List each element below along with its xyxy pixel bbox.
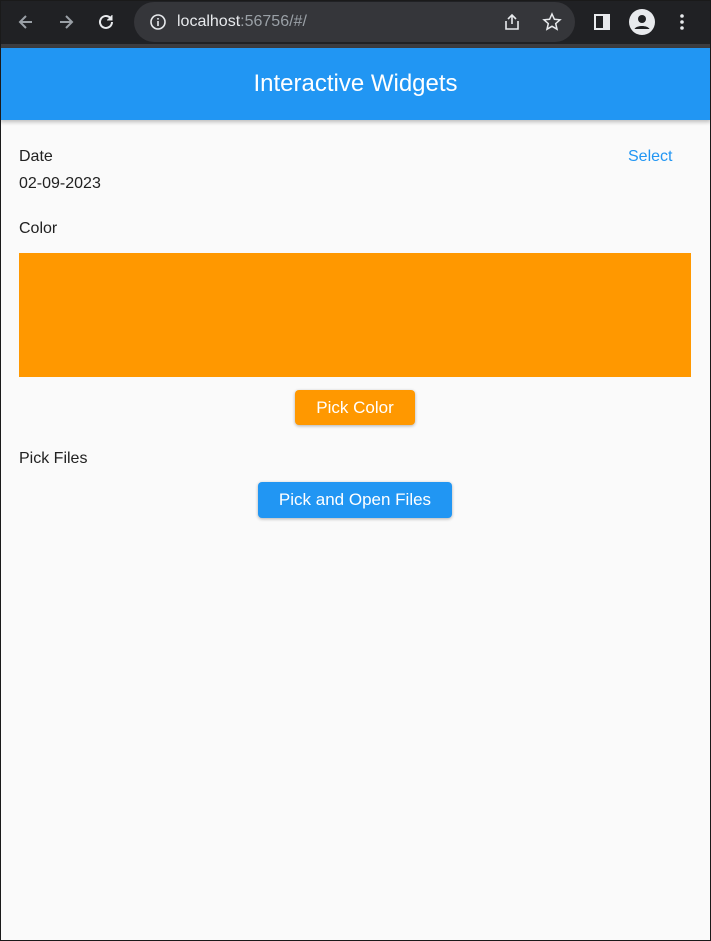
url-text: localhost:56756/#/ bbox=[177, 13, 307, 31]
color-label: Color bbox=[19, 220, 58, 237]
app-title: Interactive Widgets bbox=[253, 70, 458, 97]
url-host: localhost bbox=[177, 13, 241, 30]
share-icon[interactable] bbox=[498, 8, 526, 36]
url-path: :56756/#/ bbox=[240, 13, 307, 30]
profile-icon[interactable] bbox=[628, 8, 656, 36]
forward-icon[interactable] bbox=[50, 6, 82, 38]
pick-color-button[interactable]: Pick Color bbox=[295, 390, 415, 425]
side-panel-icon[interactable] bbox=[588, 8, 616, 36]
color-preview bbox=[19, 253, 691, 377]
browser-toolbar: localhost:56756/#/ bbox=[0, 0, 711, 44]
date-label: Date bbox=[19, 148, 53, 165]
info-icon[interactable] bbox=[144, 8, 172, 36]
reload-icon[interactable] bbox=[90, 6, 122, 38]
address-bar[interactable]: localhost:56756/#/ bbox=[134, 2, 575, 42]
pick-files-label: Pick Files bbox=[19, 450, 88, 467]
back-icon[interactable] bbox=[10, 6, 42, 38]
window-frame bbox=[0, 0, 711, 941]
pick-files-button[interactable]: Pick and Open Files bbox=[258, 482, 452, 518]
date-value: 02-09-2023 bbox=[19, 175, 101, 192]
app-bar: Interactive Widgets bbox=[0, 48, 711, 120]
menu-icon[interactable] bbox=[668, 8, 696, 36]
select-date-button[interactable]: Select bbox=[628, 148, 672, 166]
star-icon[interactable] bbox=[538, 8, 566, 36]
